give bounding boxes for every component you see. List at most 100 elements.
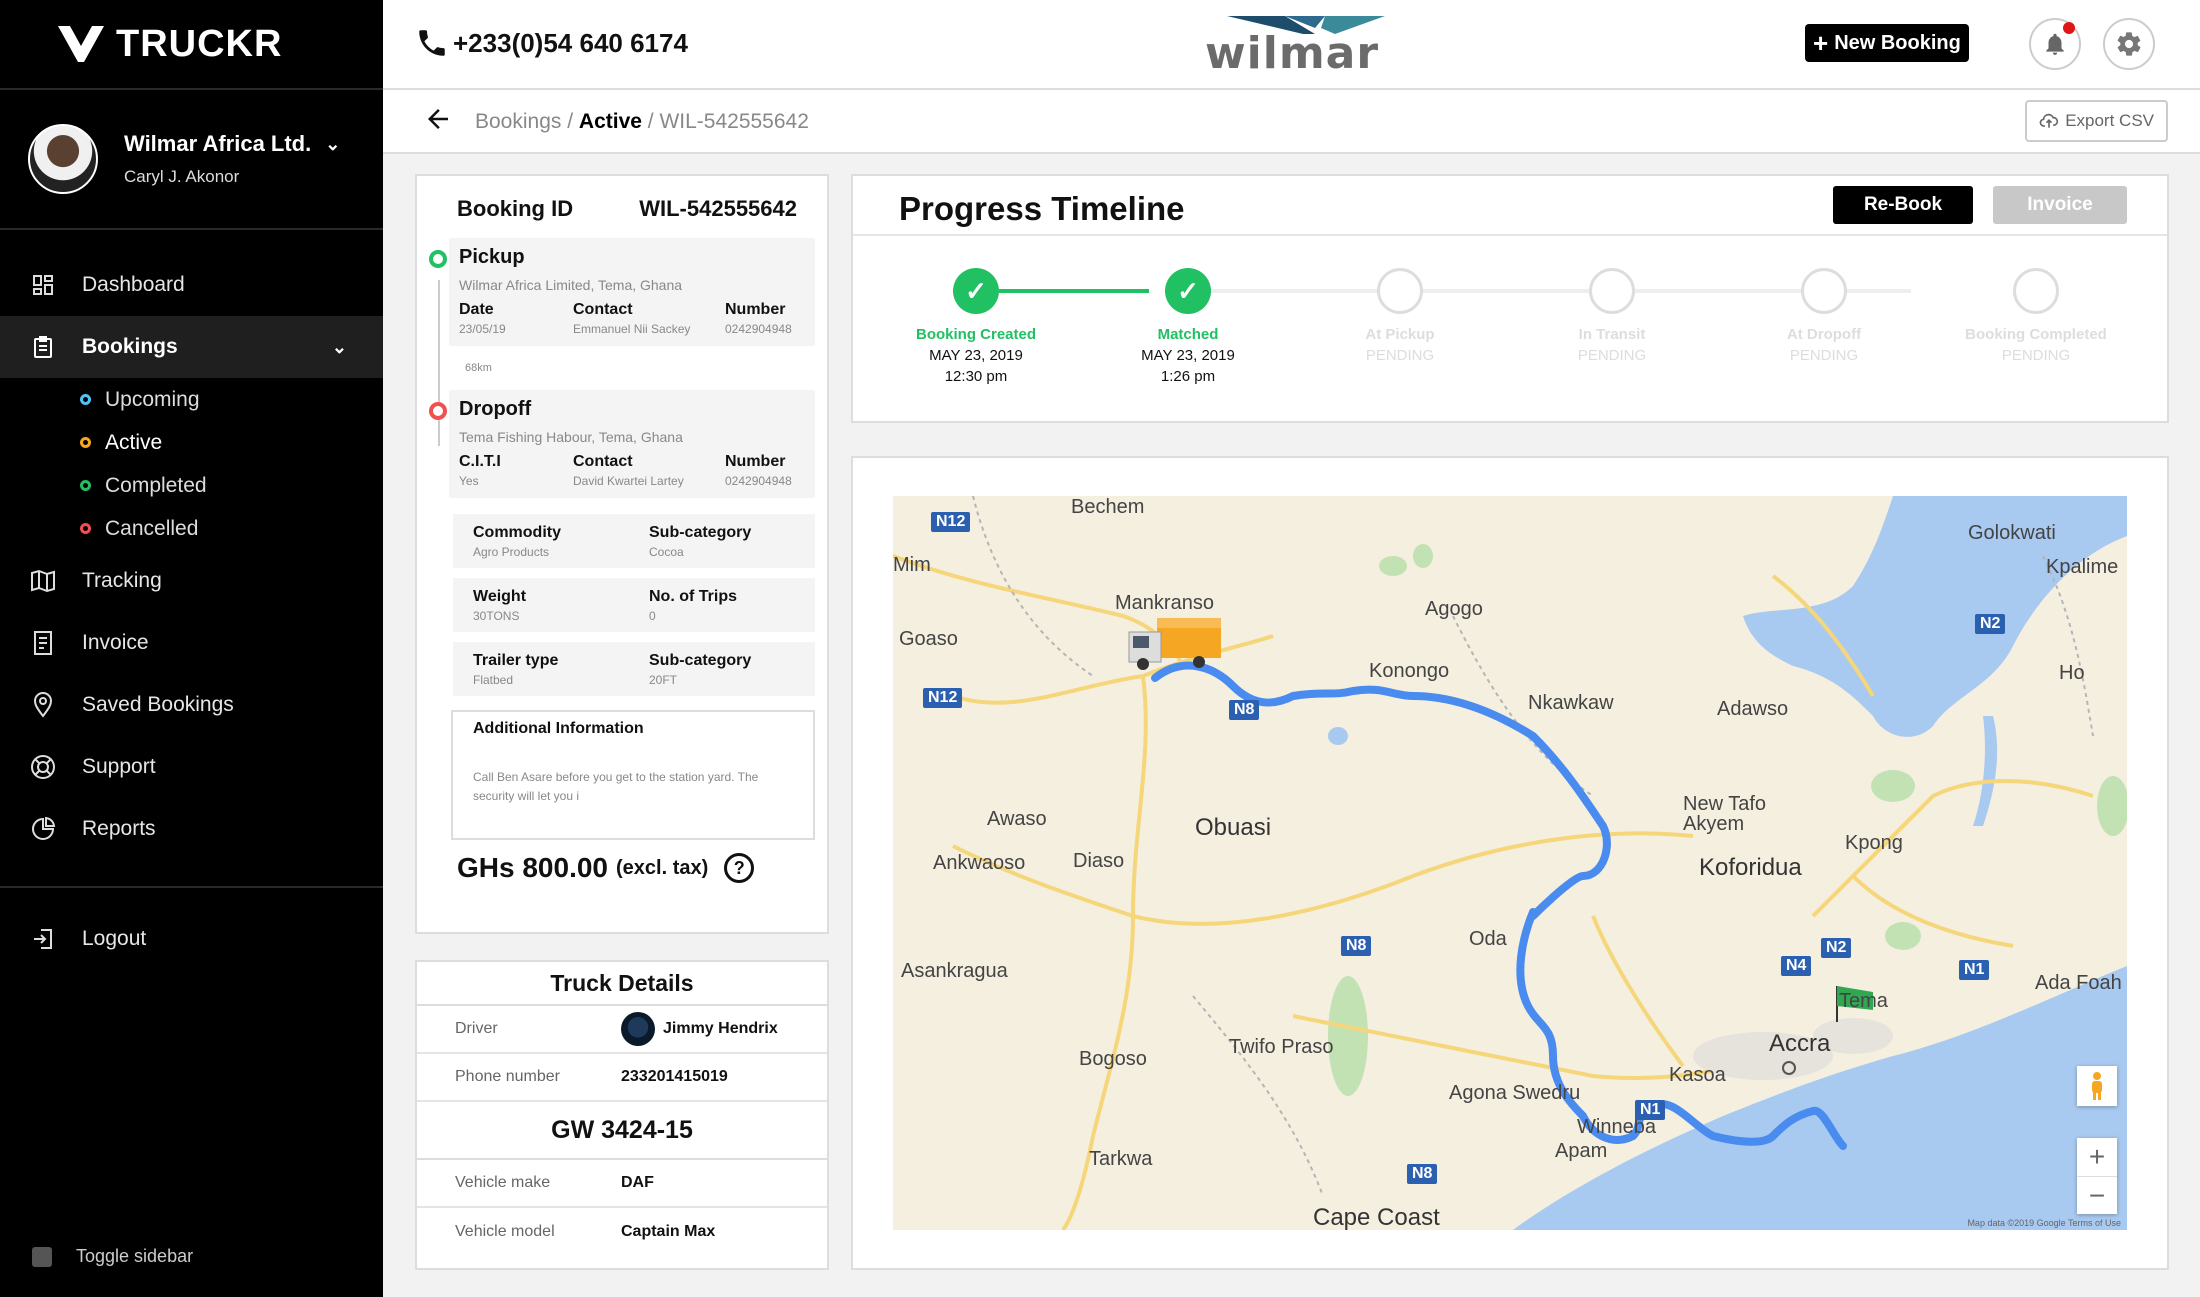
pickup-number-label: Number bbox=[725, 301, 786, 318]
price-row: GHs 800.00 (excl. tax) ? bbox=[457, 852, 827, 884]
driver-name: Jimmy Hendrix bbox=[663, 1020, 778, 1037]
map-place: Asankragua bbox=[901, 960, 1008, 982]
pickup-section: Pickup Wilmar Africa Limited, Tema, Ghan… bbox=[429, 238, 815, 346]
sidebar-subitem-upcoming[interactable]: Upcoming bbox=[0, 378, 383, 421]
sidebar-subitem-active[interactable]: Active bbox=[0, 421, 383, 464]
map-place: Kasoa bbox=[1669, 1064, 1726, 1086]
commodity-label: Commodity bbox=[473, 524, 561, 541]
toggle-label: Toggle sidebar bbox=[76, 1246, 194, 1266]
chevron-down-icon: ⌄ bbox=[325, 133, 341, 154]
sidebar-item-tracking[interactable]: Tracking bbox=[0, 550, 383, 612]
subitem-label: Upcoming bbox=[105, 387, 200, 411]
topbar: +233(0)54 640 6174 wilmar + New Booking bbox=[383, 0, 2200, 90]
company-switcher[interactable]: Wilmar Africa Ltd. ⌄ bbox=[124, 131, 340, 157]
step-status: PENDING bbox=[1365, 347, 1435, 364]
additional-info-box: Additional Information Call Ben Asare be… bbox=[451, 710, 815, 840]
dashboard-icon bbox=[30, 272, 56, 298]
step-label: In Transit bbox=[1578, 326, 1646, 343]
step-date: MAY 23, 2019 bbox=[1141, 347, 1235, 364]
step-at-pickup: At Pickup PENDING bbox=[1300, 268, 1500, 364]
export-label: Export CSV bbox=[2065, 111, 2154, 130]
step-label: Booking Completed bbox=[1965, 326, 2107, 343]
progress-timeline-card: Progress Timeline Re-Book Invoice ✓ Book… bbox=[851, 174, 2169, 423]
export-csv-button[interactable]: Export CSV bbox=[2025, 100, 2168, 142]
pickup-date-label: Date bbox=[459, 301, 494, 318]
sidebar-item-label: Reports bbox=[82, 817, 156, 840]
logout-button[interactable]: Logout bbox=[0, 908, 383, 970]
road-shield: N8 bbox=[1229, 700, 1260, 720]
route-distance: 68km bbox=[465, 362, 492, 374]
clipboard-icon bbox=[30, 334, 56, 360]
route-line bbox=[438, 280, 440, 446]
step-status: PENDING bbox=[1789, 347, 1859, 364]
check-icon: ✓ bbox=[1165, 268, 1211, 314]
pickup-number: 0242904948 bbox=[725, 322, 792, 336]
vehicle-make-label: Vehicle make bbox=[455, 1174, 551, 1191]
map-place: Ankwaoso bbox=[933, 852, 1026, 874]
help-icon[interactable]: ? bbox=[724, 853, 755, 883]
step-at-dropoff: At Dropoff PENDING bbox=[1724, 268, 1924, 364]
notifications-button[interactable] bbox=[2029, 18, 2081, 70]
street-view-pegman-icon[interactable] bbox=[2077, 1066, 2117, 1106]
timeline-title: Progress Timeline bbox=[899, 190, 1185, 227]
step-label: At Dropoff bbox=[1786, 326, 1862, 343]
dropoff-address: Tema Fishing Habour, Tema, Ghana bbox=[459, 429, 683, 445]
breadcrumb-active[interactable]: Active bbox=[579, 110, 642, 133]
logo[interactable]: TRUCKR bbox=[0, 0, 383, 90]
vehicle-make-row: Vehicle make DAF bbox=[417, 1160, 827, 1208]
settings-button[interactable] bbox=[2103, 18, 2155, 70]
breadcrumb-bar: Bookings / Active / WIL-542555642 Export… bbox=[383, 90, 2200, 154]
sidebar-item-label: Support bbox=[82, 755, 156, 778]
route-map[interactable]: Bechem Mim Goaso Mankranso Agogo Konongo… bbox=[893, 496, 2127, 1230]
step-label: Booking Created bbox=[915, 326, 1036, 343]
profile[interactable]: Wilmar Africa Ltd. ⌄ Caryl J. Akonor bbox=[0, 90, 383, 230]
trailer-subcategory-label: Sub-category bbox=[649, 652, 752, 669]
step-status: PENDING bbox=[2001, 347, 2071, 364]
sidebar-subitem-completed[interactable]: Completed bbox=[0, 464, 383, 507]
map-place: Golokwati bbox=[1968, 522, 2056, 544]
sidebar-subitem-cancelled[interactable]: Cancelled bbox=[0, 507, 383, 550]
map-place: Adawso bbox=[1717, 698, 1789, 720]
sidebar-item-bookings[interactable]: Bookings ⌄ bbox=[0, 316, 383, 378]
map-place: Accra bbox=[1769, 1030, 1831, 1057]
sidebar-item-dashboard[interactable]: Dashboard bbox=[0, 254, 383, 316]
breadcrumb-bookings[interactable]: Bookings bbox=[475, 110, 561, 133]
rebook-button[interactable]: Re-Book bbox=[1833, 186, 1973, 224]
subcategory-label: Sub-category bbox=[649, 524, 752, 541]
check-icon: ✓ bbox=[953, 268, 999, 314]
new-booking-button[interactable]: + New Booking bbox=[1805, 24, 1969, 62]
pending-circle-icon bbox=[1589, 268, 1635, 314]
toggle-sidebar-button[interactable]: Toggle sidebar bbox=[32, 1246, 193, 1267]
map-place: Kpalime bbox=[2046, 556, 2119, 578]
map-place: Mankranso bbox=[1115, 592, 1214, 614]
support-phone[interactable]: +233(0)54 640 6174 bbox=[415, 26, 688, 60]
sidebar-item-support[interactable]: Support bbox=[0, 736, 383, 798]
sidebar-nav: Dashboard Bookings ⌄ Upcoming Active Com… bbox=[0, 230, 383, 970]
trips-label: No. of Trips bbox=[649, 588, 737, 605]
pickup-title: Pickup bbox=[459, 246, 525, 268]
map-place: Obuasi bbox=[1195, 814, 1272, 841]
zoom-out-button[interactable]: − bbox=[2077, 1176, 2117, 1214]
truck-details-title: Truck Details bbox=[417, 962, 827, 1006]
sidebar-item-invoice[interactable]: Invoice bbox=[0, 612, 383, 674]
price-note: (excl. tax) bbox=[616, 856, 709, 879]
logout-section: Logout bbox=[0, 886, 383, 970]
citi-value: Yes bbox=[459, 474, 479, 488]
sidebar-item-reports[interactable]: Reports bbox=[0, 798, 383, 860]
bell-icon bbox=[2046, 33, 2064, 55]
map-place: Diaso bbox=[1073, 850, 1125, 872]
zoom-in-button[interactable]: + bbox=[2077, 1138, 2117, 1176]
weight-value: 30TONS bbox=[473, 609, 520, 623]
phone-icon bbox=[419, 30, 445, 56]
driver-avatar bbox=[621, 1012, 655, 1046]
trailer-subcategory-value: 20FT bbox=[649, 673, 678, 687]
back-arrow-icon[interactable] bbox=[423, 104, 453, 142]
invoice-button[interactable]: Invoice bbox=[1993, 186, 2127, 224]
sidebar-item-saved-bookings[interactable]: Saved Bookings bbox=[0, 674, 383, 736]
pickup-contact: Emmanuel Nii Sackey bbox=[573, 322, 691, 336]
vehicle-model-row: Vehicle model Captain Max bbox=[417, 1208, 827, 1256]
chevron-down-icon[interactable]: ⌄ bbox=[332, 337, 347, 358]
map-place: Awaso bbox=[987, 808, 1047, 830]
commodity-value: Agro Products bbox=[473, 545, 550, 559]
reports-icon bbox=[30, 816, 56, 842]
